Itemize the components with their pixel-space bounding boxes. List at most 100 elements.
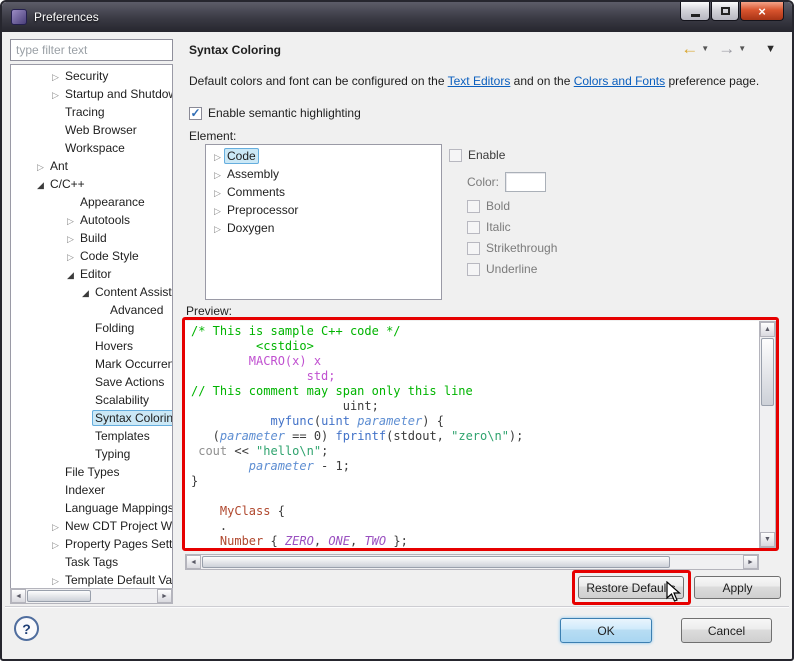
tree-item-label: Language Mappings bbox=[65, 501, 172, 515]
tree-item-c-c[interactable]: ◢ C/C++ bbox=[11, 175, 172, 193]
scrollbar-track[interactable] bbox=[671, 555, 743, 569]
scrollbar-track[interactable] bbox=[760, 407, 775, 532]
enable-checkbox[interactable] bbox=[449, 148, 462, 162]
collapsed-arrow-icon[interactable]: ▷ bbox=[34, 158, 47, 175]
tree-item-editor[interactable]: ◢ Editor bbox=[11, 265, 172, 283]
bold-checkbox[interactable] bbox=[467, 199, 480, 213]
italic-checkbox[interactable] bbox=[467, 220, 480, 234]
cancel-button[interactable]: Cancel bbox=[681, 618, 772, 643]
tree-item-ant[interactable]: ▷ Ant bbox=[11, 157, 172, 175]
collapsed-arrow-icon[interactable]: ▷ bbox=[211, 184, 224, 202]
help-button[interactable]: ? bbox=[14, 616, 39, 641]
expanded-arrow-icon[interactable]: ◢ bbox=[64, 266, 77, 283]
code-token: <cstdio> bbox=[256, 339, 314, 353]
element-item-assembly[interactable]: ▷ Assembly bbox=[206, 165, 441, 183]
code-token: ); bbox=[508, 429, 524, 443]
ok-button[interactable]: OK bbox=[560, 618, 652, 643]
tree-item-advanced[interactable]: Advanced bbox=[11, 301, 172, 319]
close-button[interactable]: × bbox=[740, 2, 784, 21]
tree-item-hovers[interactable]: Hovers bbox=[11, 337, 172, 355]
tree-item-folding[interactable]: Folding bbox=[11, 319, 172, 337]
scroll-right-icon[interactable]: ► bbox=[157, 589, 172, 603]
preview-code[interactable]: /* This is sample C++ code */ <cstdio> M… bbox=[185, 321, 759, 548]
preview-vertical-scrollbar[interactable]: ▲ ▼ bbox=[759, 321, 776, 548]
collapsed-arrow-icon[interactable]: ▷ bbox=[211, 148, 224, 166]
enable-row: Enable bbox=[449, 148, 505, 162]
tree-item-scalability[interactable]: Scalability bbox=[11, 391, 172, 409]
tree-item-workspace[interactable]: Workspace bbox=[11, 139, 172, 157]
forward-icon[interactable]: → bbox=[718, 40, 735, 57]
enable-semantic-highlighting-checkbox[interactable]: ✓ bbox=[189, 106, 202, 120]
forward-dropdown-icon[interactable]: ▼ bbox=[738, 44, 746, 53]
code-token: , bbox=[313, 534, 329, 548]
tree-item-tracing[interactable]: Tracing bbox=[11, 103, 172, 121]
tree-item-template-default-va[interactable]: ▷ Template Default Va bbox=[11, 571, 172, 588]
tree-item-appearance[interactable]: Appearance bbox=[11, 193, 172, 211]
tree-item-file-types[interactable]: File Types bbox=[11, 463, 172, 481]
preview-horizontal-scrollbar[interactable]: ◄ ► bbox=[185, 554, 759, 570]
maximize-button[interactable] bbox=[711, 2, 739, 21]
tree-item-property-pages-setti[interactable]: ▷ Property Pages Setti bbox=[11, 535, 172, 553]
scrollbar-thumb[interactable] bbox=[761, 338, 774, 406]
tree-item-security[interactable]: ▷ Security bbox=[11, 67, 172, 85]
tree-item-code-style[interactable]: ▷ Code Style bbox=[11, 247, 172, 265]
scrollbar-thumb[interactable] bbox=[27, 590, 91, 602]
collapsed-arrow-icon[interactable]: ▷ bbox=[64, 230, 77, 247]
element-item-doxygen[interactable]: ▷ Doxygen bbox=[206, 219, 441, 237]
collapsed-arrow-icon[interactable]: ▷ bbox=[64, 248, 77, 265]
element-item-preprocessor[interactable]: ▷ Preprocessor bbox=[206, 201, 441, 219]
tree-item-typing[interactable]: Typing bbox=[11, 445, 172, 463]
tree-item-build[interactable]: ▷ Build bbox=[11, 229, 172, 247]
tree-item-web-browser[interactable]: Web Browser bbox=[11, 121, 172, 139]
tree-item-save-actions[interactable]: Save Actions bbox=[11, 373, 172, 391]
color-swatch[interactable] bbox=[505, 172, 547, 192]
tree-item-autotools[interactable]: ▷ Autotools bbox=[11, 211, 172, 229]
expanded-arrow-icon[interactable]: ◢ bbox=[79, 284, 92, 301]
scrollbar-track[interactable] bbox=[92, 589, 157, 603]
scroll-left-icon[interactable]: ◄ bbox=[186, 555, 201, 569]
scroll-left-icon[interactable]: ◄ bbox=[11, 589, 26, 603]
collapse-icon[interactable]: ▼ bbox=[765, 43, 776, 55]
expanded-arrow-icon[interactable]: ◢ bbox=[34, 176, 47, 193]
collapsed-arrow-icon[interactable]: ▷ bbox=[211, 220, 224, 238]
filter-input[interactable] bbox=[10, 39, 173, 61]
tree-item-language-mappings[interactable]: Language Mappings bbox=[11, 499, 172, 517]
text-editors-link[interactable]: Text Editors bbox=[448, 74, 511, 88]
collapsed-arrow-icon[interactable]: ▷ bbox=[49, 518, 62, 535]
tree-item-label: C/C++ bbox=[50, 177, 85, 191]
minimize-button[interactable] bbox=[680, 2, 710, 21]
collapsed-arrow-icon[interactable]: ▷ bbox=[49, 536, 62, 553]
tree-item-new-cdt-project-wi[interactable]: ▷ New CDT Project Wi bbox=[11, 517, 172, 535]
collapsed-arrow-icon[interactable]: ▷ bbox=[211, 202, 224, 220]
element-item-code[interactable]: ▷ Code bbox=[206, 147, 441, 165]
tree-item-templates[interactable]: Templates bbox=[11, 427, 172, 445]
back-icon[interactable]: ← bbox=[681, 40, 698, 57]
element-item-comments[interactable]: ▷ Comments bbox=[206, 183, 441, 201]
collapsed-arrow-icon[interactable]: ▷ bbox=[211, 166, 224, 184]
tree-item-mark-occurrence[interactable]: Mark Occurrence bbox=[11, 355, 172, 373]
scroll-up-icon[interactable]: ▲ bbox=[760, 322, 775, 337]
code-line: /* This is sample C++ code */ bbox=[191, 324, 759, 339]
tree-item-content-assist[interactable]: ◢ Content Assist bbox=[11, 283, 172, 301]
tree-item-task-tags[interactable]: Task Tags bbox=[11, 553, 172, 571]
titlebar[interactable]: Preferences × bbox=[2, 2, 792, 32]
underline-checkbox[interactable] bbox=[467, 262, 480, 276]
scroll-right-icon[interactable]: ► bbox=[743, 555, 758, 569]
collapsed-arrow-icon[interactable]: ▷ bbox=[64, 212, 77, 229]
tree-item-indexer[interactable]: Indexer bbox=[11, 481, 172, 499]
collapsed-arrow-icon[interactable]: ▷ bbox=[49, 86, 62, 103]
colors-and-fonts-link[interactable]: Colors and Fonts bbox=[574, 74, 665, 88]
back-dropdown-icon[interactable]: ▼ bbox=[701, 44, 709, 53]
scrollbar-thumb[interactable] bbox=[202, 556, 670, 568]
tree-item-syntax-coloring[interactable]: Syntax Coloring bbox=[11, 409, 172, 427]
collapsed-arrow-icon[interactable]: ▷ bbox=[49, 572, 62, 588]
apply-button[interactable]: Apply bbox=[694, 576, 781, 599]
code-token: , bbox=[350, 534, 365, 548]
code-line: <cstdio> bbox=[191, 339, 759, 354]
tree-horizontal-scrollbar[interactable]: ◄ ► bbox=[10, 588, 173, 604]
collapsed-arrow-icon[interactable]: ▷ bbox=[49, 68, 62, 85]
code-line: MyClass { bbox=[191, 504, 759, 519]
scroll-down-icon[interactable]: ▼ bbox=[760, 532, 775, 547]
tree-item-startup-and-shutdow[interactable]: ▷ Startup and Shutdow bbox=[11, 85, 172, 103]
strikethrough-checkbox[interactable] bbox=[467, 241, 480, 255]
